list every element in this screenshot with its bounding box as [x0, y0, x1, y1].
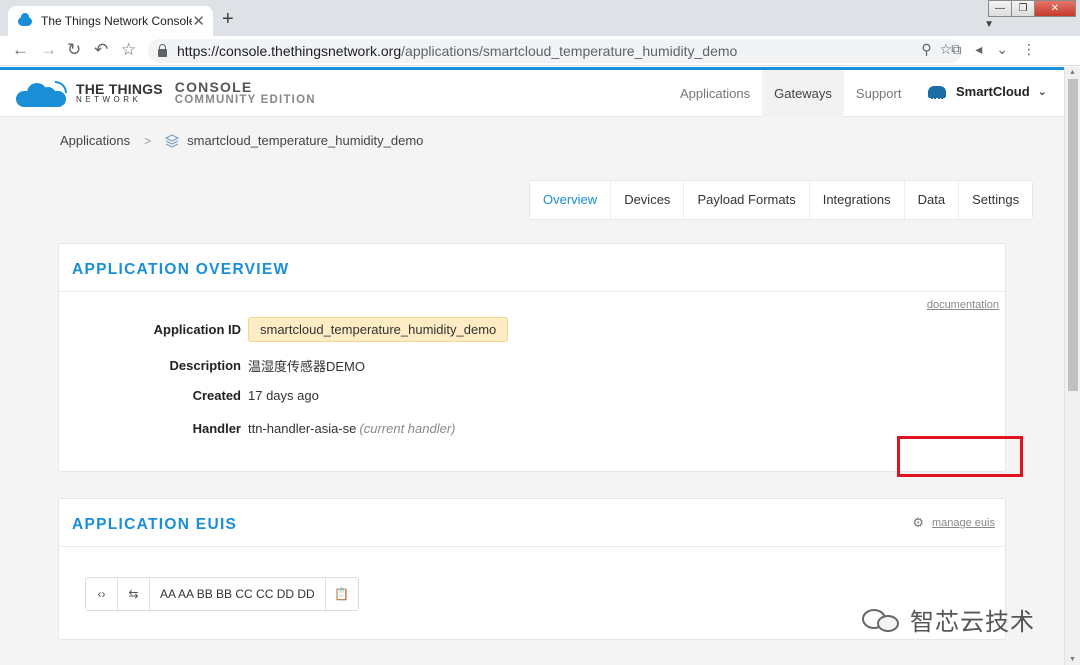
back-icon[interactable]: ←	[12, 40, 29, 60]
handler-label: Handler	[192, 421, 241, 436]
minimize-icon[interactable]: —	[988, 0, 1012, 17]
layers-icon	[165, 133, 180, 148]
ttn-logo[interactable]: THE THINGS NETWORK CONSOLE COMMUNITY EDI…	[16, 79, 316, 107]
console-title: CONSOLE COMMUNITY EDITION	[174, 79, 316, 107]
ttn-favicon-icon	[18, 12, 32, 26]
chat-bubbles-icon	[862, 607, 902, 633]
browser-titlebar: The Things Network Console ✕ + ▼ — ❐ ✕	[0, 0, 1080, 36]
logo-text: THE THINGS NETWORK	[76, 80, 163, 105]
euis-title: APPLICATION EUIS	[72, 516, 238, 533]
reload-icon[interactable]: ↻	[67, 40, 81, 60]
user-menu[interactable]: SmartCloud ⌄	[928, 84, 1047, 99]
handler-value: ttn-handler-asia-se	[248, 421, 357, 436]
new-tab-icon[interactable]: +	[222, 9, 234, 29]
console-line2: COMMUNITY EDITION	[174, 94, 316, 106]
browser-toolbar: ← → ↻ ↶ ☆ https://console.thethingsnetwo…	[0, 36, 1080, 66]
gear-icon: ⚙	[912, 515, 924, 530]
tab-settings[interactable]: Settings	[958, 181, 1032, 219]
tab-data[interactable]: Data	[903, 181, 958, 219]
field-application-id: Application ID smartcloud_temperature_hu…	[59, 317, 509, 342]
description-label: Description	[169, 358, 241, 373]
logo-line1: THE THINGS	[76, 80, 163, 97]
address-bar[interactable]: https://console.thethingsnetwork.org/app…	[148, 39, 962, 63]
close-window-icon[interactable]: ✕	[1034, 0, 1076, 17]
application-id-label: Application ID	[153, 322, 241, 337]
field-handler: Handler ttn-handler-asia-se (current han…	[59, 421, 456, 436]
application-overview-card: APPLICATION OVERVIEW documentation Appli…	[58, 243, 1006, 472]
tab-overview[interactable]: Overview	[530, 181, 610, 219]
application-id-badge[interactable]: smartcloud_temperature_humidity_demo	[248, 317, 509, 342]
code-toggle-icon[interactable]: ‹›	[86, 578, 118, 610]
handler-note: (current handler)	[359, 421, 456, 436]
forward-icon[interactable]: →	[40, 40, 57, 60]
manage-euis-link[interactable]: ⚙ manage euis	[912, 515, 995, 531]
tab-search-icon[interactable]: ▼	[984, 19, 994, 30]
field-created: Created 17 days ago	[59, 388, 319, 403]
nav-support[interactable]: Support	[844, 70, 914, 117]
nav-gateways[interactable]: Gateways	[762, 70, 844, 117]
chevron-down-icon: ⌄	[1037, 86, 1047, 98]
user-avatar-icon	[928, 85, 946, 99]
watermark-text: 智芯云技术	[910, 609, 1035, 636]
created-label: Created	[192, 388, 241, 403]
tab-title: The Things Network Console	[41, 14, 193, 28]
overview-title: APPLICATION OVERVIEW	[72, 261, 290, 278]
manage-euis-text: manage euis	[932, 517, 995, 529]
page-content: THE THINGS NETWORK CONSOLE COMMUNITY EDI…	[0, 67, 1064, 665]
documentation-link[interactable]: documentation	[927, 299, 999, 311]
url-path: /applications/smartcloud_temperature_hum…	[401, 43, 738, 59]
maximize-icon[interactable]: ❐	[1011, 0, 1035, 17]
url-host: https://console.thethingsnetwork.org	[177, 43, 402, 59]
breadcrumb-chevron-icon: >	[144, 133, 152, 148]
scroll-down-icon[interactable]: ▼	[1069, 656, 1076, 663]
bookmark-star-icon[interactable]: ☆	[121, 40, 136, 60]
console-line1: CONSOLE	[174, 79, 253, 95]
swap-byte-order-icon[interactable]: ⇆	[118, 578, 150, 610]
tab-payload-formats[interactable]: Payload Formats	[683, 181, 808, 219]
tab-integrations[interactable]: Integrations	[808, 181, 904, 219]
tab-devices[interactable]: Devices	[610, 181, 683, 219]
scrollbar-thumb[interactable]	[1068, 79, 1078, 391]
browser-tab[interactable]: The Things Network Console ✕	[8, 6, 213, 36]
breadcrumb-current: smartcloud_temperature_humidity_demo	[187, 133, 424, 148]
eui-value: AA AA BB BB CC CC DD DD	[150, 578, 326, 610]
zoom-icon[interactable]: ⚲ ☆	[921, 41, 952, 58]
breadcrumb: Applications > smartcloud_temperature_hu…	[60, 133, 423, 148]
watermark: 智芯云技术	[862, 602, 1035, 637]
created-value: 17 days ago	[248, 388, 319, 403]
site-header: THE THINGS NETWORK CONSOLE COMMUNITY EDI…	[0, 67, 1064, 117]
description-value: 温湿度传感器DEMO	[248, 359, 366, 374]
cloud-logo-icon	[16, 81, 67, 107]
copy-clipboard-icon[interactable]: 📋	[326, 578, 358, 610]
scroll-up-icon[interactable]: ▲	[1069, 69, 1076, 76]
close-tab-icon[interactable]: ✕	[192, 12, 205, 30]
lock-icon	[158, 43, 167, 57]
user-name: SmartCloud	[956, 84, 1030, 99]
page-scrollbar[interactable]: ▲ ▼	[1064, 67, 1080, 665]
breadcrumb-applications[interactable]: Applications	[60, 133, 130, 148]
application-tabs: Overview Devices Payload Formats Integra…	[529, 180, 1034, 220]
extension-icons[interactable]: ⧉◂⌄⋮	[951, 41, 1050, 58]
euis-card-header: APPLICATION EUIS ⚙ manage euis	[59, 499, 1005, 547]
field-description: Description 温湿度传感器DEMO	[59, 356, 365, 375]
overview-card-header: APPLICATION OVERVIEW	[59, 244, 1005, 292]
main-nav: Applications Gateways Support	[668, 70, 913, 117]
eui-field: ‹› ⇆ AA AA BB BB CC CC DD DD 📋	[85, 577, 359, 611]
window-controls: — ❐ ✕	[988, 0, 1076, 17]
nav-applications[interactable]: Applications	[668, 70, 762, 117]
undo-icon[interactable]: ↶	[94, 40, 108, 60]
highlight-annotation	[897, 436, 1023, 477]
